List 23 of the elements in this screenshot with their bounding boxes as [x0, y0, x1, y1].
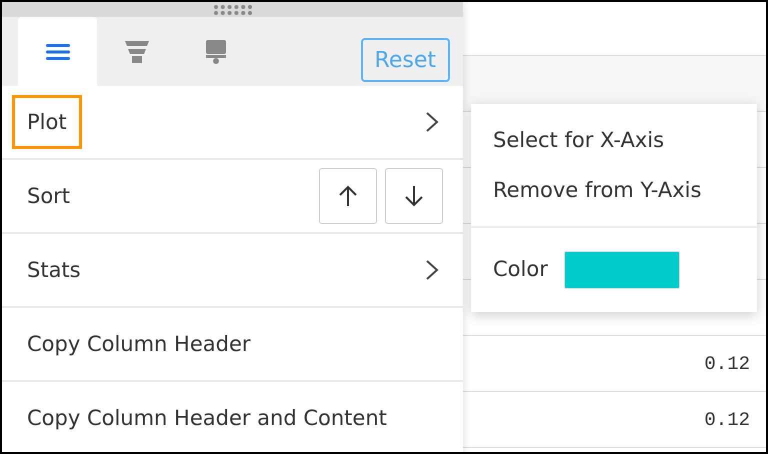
grip-icon [212, 4, 252, 16]
chevron-right-icon [425, 259, 439, 281]
menu-item[interactable]: Copy Column Header and Content [12, 391, 402, 445]
chevron-right-icon [425, 111, 439, 133]
menu-item[interactable]: Plot [12, 95, 82, 149]
menu-item[interactable]: Select for X-Axis [471, 116, 757, 166]
filter-icon [124, 40, 148, 62]
sort-descending-button[interactable] [385, 168, 443, 224]
drag-handle[interactable] [2, 2, 463, 17]
table-cell: 0.12 [704, 408, 750, 430]
menu-item[interactable]: Copy Column Header [12, 317, 266, 371]
sort-ascending-button[interactable] [319, 168, 377, 224]
menu-icon [46, 44, 70, 60]
menu-item[interactable]: Sort [12, 169, 86, 223]
menu-item[interactable]: Stats [12, 243, 96, 297]
paintbrush-icon [206, 40, 226, 64]
color-swatch[interactable] [564, 251, 680, 289]
arrow-down-icon [404, 185, 424, 207]
arrow-up-icon [338, 185, 358, 207]
table-cell: 0.12 [704, 352, 750, 374]
tab[interactable] [18, 17, 97, 86]
menu-item[interactable]: Remove from Y-Axis [471, 166, 757, 216]
color-label: Color [492, 256, 549, 283]
